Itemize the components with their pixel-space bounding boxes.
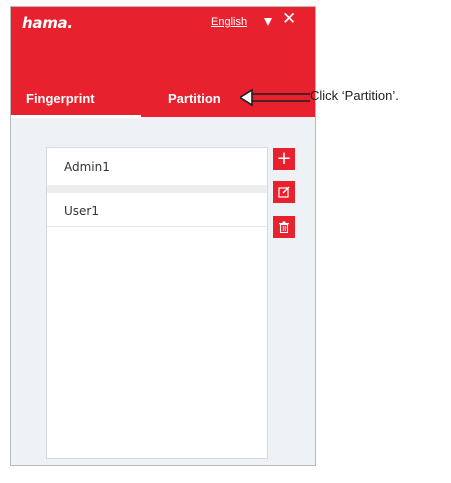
callout-arrow-icon [240, 88, 310, 107]
plus-icon: + [276, 148, 292, 169]
delete-user-button[interactable] [273, 216, 295, 238]
edit-user-button[interactable] [273, 181, 295, 203]
add-user-button[interactable]: + [273, 148, 295, 170]
user-list: Admin1 User1 [46, 147, 268, 459]
active-tab-indicator [11, 115, 141, 118]
close-button[interactable]: ✕ [282, 9, 296, 29]
app-window: hama. English ✕ Fingerprint Partition Ad… [10, 6, 316, 466]
chevron-down-icon[interactable] [264, 18, 272, 26]
edit-icon [278, 186, 290, 198]
list-divider [47, 185, 267, 193]
list-item[interactable]: Admin1 [47, 152, 267, 183]
trash-icon [279, 221, 289, 233]
tab-fingerprint[interactable]: Fingerprint [26, 91, 95, 106]
page: hama. English ✕ Fingerprint Partition Ad… [0, 0, 451, 483]
language-selector[interactable]: English [211, 16, 247, 28]
tab-partition[interactable]: Partition [168, 91, 221, 106]
hama-logo: hama. [22, 14, 73, 32]
instruction-callout: Click ‘Partition’. [310, 88, 399, 103]
list-item[interactable]: User1 [47, 196, 267, 227]
